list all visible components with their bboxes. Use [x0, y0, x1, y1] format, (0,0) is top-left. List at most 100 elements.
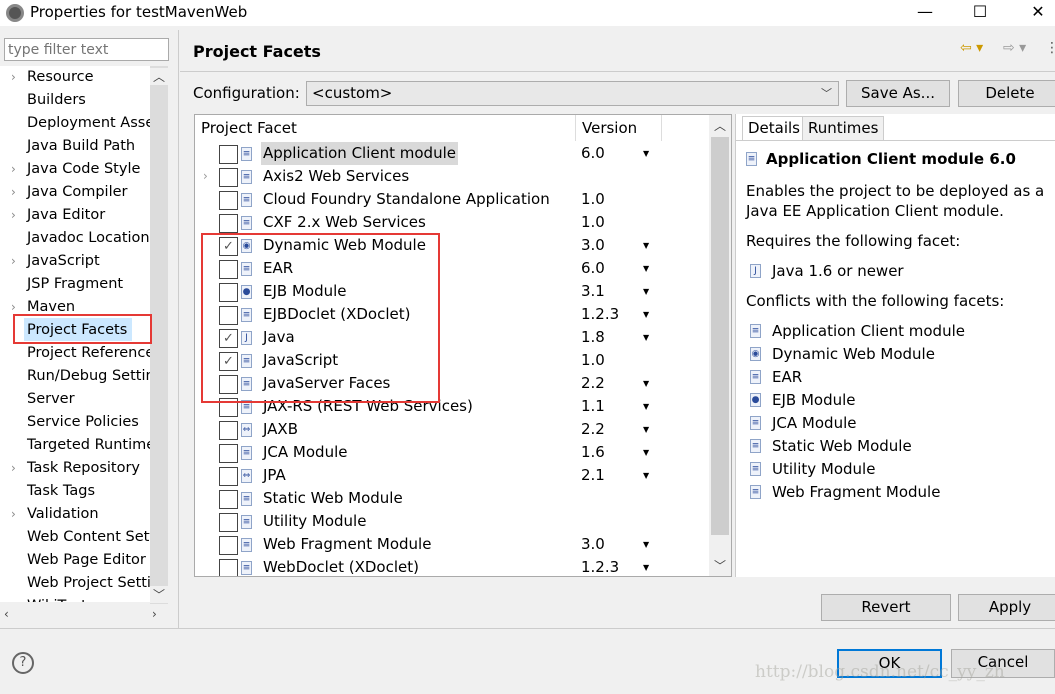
- close-button[interactable]: ✕: [1018, 2, 1055, 21]
- facet-row[interactable]: ≡ WebDoclet (XDoclet) 1.2.3 ▼: [195, 556, 710, 576]
- minimize-button[interactable]: —: [905, 2, 945, 21]
- tree-item[interactable]: Validation: [27, 503, 99, 526]
- facet-version[interactable]: 1.2.3: [581, 303, 619, 326]
- expand-arrow-icon[interactable]: ›: [11, 457, 16, 480]
- facet-row[interactable]: ≡ JCA Module 1.6 ▼: [195, 441, 710, 464]
- delete-button[interactable]: Delete: [958, 80, 1055, 107]
- expand-arrow-icon[interactable]: ›: [11, 595, 16, 602]
- facet-checkbox[interactable]: [219, 467, 238, 486]
- tree-item[interactable]: Targeted Runtimes: [27, 434, 150, 457]
- facet-checkbox[interactable]: [219, 559, 238, 576]
- facet-checkbox[interactable]: [219, 191, 238, 210]
- tree-item[interactable]: JavaScript: [27, 250, 100, 273]
- tree-item[interactable]: Builders: [27, 89, 86, 112]
- facet-row[interactable]: ≡ Utility Module: [195, 510, 710, 533]
- facet-checkbox[interactable]: [219, 536, 238, 555]
- configuration-select[interactable]: <custom> ﹀: [306, 81, 839, 106]
- expand-arrow-icon[interactable]: ›: [203, 165, 208, 188]
- facet-version[interactable]: 3.0: [581, 234, 605, 257]
- facet-version[interactable]: 1.1: [581, 395, 605, 418]
- tree-item[interactable]: Run/Debug Settings: [27, 365, 150, 388]
- scroll-right-icon[interactable]: ›: [152, 607, 157, 621]
- facet-row[interactable]: ≡ CXF 2.x Web Services 1.0: [195, 211, 710, 234]
- facet-row[interactable]: ≡ Cloud Foundry Standalone Application 1.0: [195, 188, 710, 211]
- version-dropdown-icon[interactable]: ▼: [643, 234, 649, 257]
- column-header-facet[interactable]: Project Facet: [201, 119, 297, 137]
- tree-item[interactable]: JSP Fragment: [27, 273, 123, 296]
- scroll-down-icon[interactable]: ﹀: [709, 557, 731, 574]
- tree-item[interactable]: Deployment Assembly: [27, 112, 150, 135]
- facet-version[interactable]: 1.6: [581, 441, 605, 464]
- facet-row[interactable]: ⇔ JPA 2.1 ▼: [195, 464, 710, 487]
- version-dropdown-icon[interactable]: ▼: [643, 142, 649, 165]
- forward-arrow-icon[interactable]: ⇨ ▾: [1003, 40, 1026, 56]
- tree-item[interactable]: Server: [27, 388, 75, 411]
- tree-item[interactable]: Task Repository: [27, 457, 140, 480]
- facet-checkbox[interactable]: [219, 168, 238, 187]
- version-dropdown-icon[interactable]: ▼: [643, 418, 649, 441]
- facet-version[interactable]: 1.2.3: [581, 556, 619, 576]
- tree-item[interactable]: Javadoc Location: [27, 227, 150, 250]
- tree-item[interactable]: Java Compiler: [27, 181, 128, 204]
- tree-item[interactable]: Web Content Settings: [27, 526, 150, 549]
- maximize-button[interactable]: ☐: [960, 2, 1000, 21]
- version-dropdown-icon[interactable]: ▼: [643, 280, 649, 303]
- facet-checkbox[interactable]: [219, 421, 238, 440]
- tree-item[interactable]: Task Tags: [27, 480, 95, 503]
- version-dropdown-icon[interactable]: ▼: [643, 303, 649, 326]
- facet-version[interactable]: 6.0: [581, 142, 605, 165]
- expand-arrow-icon[interactable]: ›: [11, 503, 16, 526]
- tree-item[interactable]: Web Project Settings: [27, 572, 150, 595]
- version-dropdown-icon[interactable]: ▼: [643, 372, 649, 395]
- help-icon[interactable]: ?: [12, 652, 34, 674]
- facet-version[interactable]: 2.1: [581, 464, 605, 487]
- tree-item[interactable]: Web Page Editor: [27, 549, 146, 572]
- version-dropdown-icon[interactable]: ▼: [643, 441, 649, 464]
- facet-version[interactable]: 2.2: [581, 418, 605, 441]
- facet-version[interactable]: 3.1: [581, 280, 605, 303]
- scroll-down-icon[interactable]: ﹀: [150, 586, 168, 603]
- save-as-button[interactable]: Save As...: [846, 80, 950, 107]
- expand-arrow-icon[interactable]: ›: [11, 204, 16, 227]
- facet-version[interactable]: 2.2: [581, 372, 605, 395]
- expand-arrow-icon[interactable]: ›: [11, 181, 16, 204]
- scroll-up-icon[interactable]: ︿: [709, 117, 731, 134]
- version-dropdown-icon[interactable]: ▼: [643, 533, 649, 556]
- tree-item[interactable]: Java Code Style: [27, 158, 140, 181]
- column-header-version[interactable]: Version: [582, 119, 637, 137]
- version-dropdown-icon[interactable]: ▼: [643, 556, 649, 576]
- tab-details[interactable]: Details: [742, 116, 807, 141]
- facet-row[interactable]: › ≡ Axis2 Web Services: [195, 165, 710, 188]
- tree-hscrollbar[interactable]: ‹ ›: [0, 605, 168, 625]
- scroll-left-icon[interactable]: ‹: [4, 607, 9, 621]
- facet-checkbox[interactable]: [219, 490, 238, 509]
- facet-version[interactable]: 1.8: [581, 326, 605, 349]
- table-scrollbar[interactable]: ︿ ﹀: [709, 115, 731, 576]
- version-dropdown-icon[interactable]: ▼: [643, 464, 649, 487]
- apply-button[interactable]: Apply: [958, 594, 1055, 621]
- version-dropdown-icon[interactable]: ▼: [643, 395, 649, 418]
- facet-row[interactable]: ≡ Static Web Module: [195, 487, 710, 510]
- facet-version[interactable]: 6.0: [581, 257, 605, 280]
- tree-item[interactable]: Project References: [27, 342, 150, 365]
- tree-item[interactable]: Java Build Path: [27, 135, 135, 158]
- facet-row[interactable]: ≡ Application Client module 6.0 ▼: [195, 142, 710, 165]
- tree-scrollbar[interactable]: ︿ ﹀: [150, 66, 168, 604]
- facet-checkbox[interactable]: [219, 145, 238, 164]
- facet-checkbox[interactable]: [219, 513, 238, 532]
- expand-arrow-icon[interactable]: ›: [11, 158, 16, 181]
- tree-item[interactable]: Service Policies: [27, 411, 139, 434]
- version-dropdown-icon[interactable]: ▼: [643, 326, 649, 349]
- expand-arrow-icon[interactable]: ›: [11, 66, 16, 89]
- filter-input[interactable]: [4, 38, 169, 61]
- back-arrow-icon[interactable]: ⇦ ▾: [960, 40, 983, 56]
- scroll-up-icon[interactable]: ︿: [150, 68, 168, 85]
- revert-button[interactable]: Revert: [821, 594, 951, 621]
- facet-checkbox[interactable]: [219, 214, 238, 233]
- view-menu-icon[interactable]: ⋮: [1045, 40, 1055, 56]
- facet-row[interactable]: ≡ Web Fragment Module 3.0 ▼: [195, 533, 710, 556]
- tree-item[interactable]: WikiText: [27, 595, 87, 602]
- expand-arrow-icon[interactable]: ›: [11, 250, 16, 273]
- tree-item[interactable]: Java Editor: [27, 204, 105, 227]
- scroll-thumb[interactable]: [711, 137, 729, 535]
